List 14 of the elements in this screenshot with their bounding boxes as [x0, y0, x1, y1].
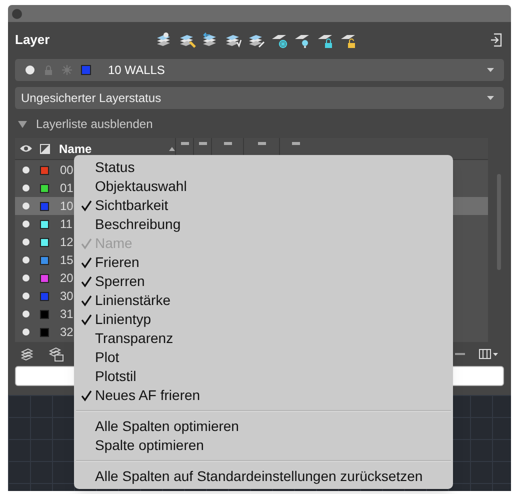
layer-name: 31 [60, 306, 74, 323]
layer-state-label: Ungesicherter Layerstatus [21, 90, 162, 107]
layer-name: 12 [60, 234, 74, 251]
column-header: Name [59, 140, 93, 158]
layer-name: 20 [60, 270, 74, 287]
layer-name: 32 [60, 324, 74, 341]
panel-title: Layer [15, 31, 51, 50]
layer-name: 11 [60, 216, 72, 233]
layer-name: 00 [60, 162, 74, 179]
current-layer-name: 10 WALLS [108, 62, 165, 79]
layer-name: 10 [60, 198, 74, 215]
layer-name: 01 [60, 180, 74, 197]
layer-name: 30 [60, 288, 74, 305]
layer-name: 15 [60, 252, 74, 269]
